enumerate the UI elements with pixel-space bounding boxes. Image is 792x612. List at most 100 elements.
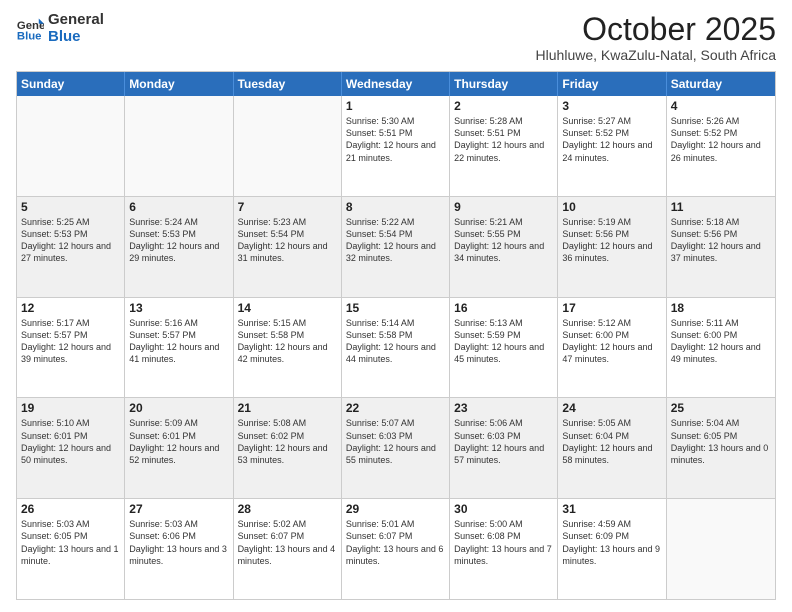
calendar-cell: 22Sunrise: 5:07 AMSunset: 6:03 PMDayligh… [342,398,450,498]
cell-info: Sunrise: 5:24 AM [129,216,228,228]
day-number: 9 [454,200,553,214]
calendar-cell: 29Sunrise: 5:01 AMSunset: 6:07 PMDayligh… [342,499,450,599]
cell-info: Daylight: 12 hours and 57 minutes. [454,442,553,466]
cell-info: Sunset: 5:58 PM [346,329,445,341]
cell-info: Sunset: 6:06 PM [129,530,228,542]
cell-info: Sunset: 6:09 PM [562,530,661,542]
cell-info: Sunrise: 5:18 AM [671,216,771,228]
calendar-row-2: 5Sunrise: 5:25 AMSunset: 5:53 PMDaylight… [17,196,775,297]
calendar-cell: 6Sunrise: 5:24 AMSunset: 5:53 PMDaylight… [125,197,233,297]
cell-info: Sunset: 6:07 PM [346,530,445,542]
cell-info: Sunrise: 5:03 AM [21,518,120,530]
cell-info: Sunrise: 5:02 AM [238,518,337,530]
cell-info: Sunset: 5:58 PM [238,329,337,341]
cell-info: Daylight: 12 hours and 32 minutes. [346,240,445,264]
calendar-cell: 21Sunrise: 5:08 AMSunset: 6:02 PMDayligh… [234,398,342,498]
page: General Blue General Blue October 2025 H… [0,0,792,612]
cell-info: Daylight: 12 hours and 36 minutes. [562,240,661,264]
cell-info: Sunrise: 5:00 AM [454,518,553,530]
day-header-wednesday: Wednesday [342,72,450,96]
cell-info: Sunset: 6:03 PM [454,430,553,442]
cell-info: Daylight: 12 hours and 27 minutes. [21,240,120,264]
day-number: 27 [129,502,228,516]
day-number: 16 [454,301,553,315]
day-number: 18 [671,301,771,315]
calendar-cell: 31Sunrise: 4:59 AMSunset: 6:09 PMDayligh… [558,499,666,599]
cell-info: Sunrise: 5:23 AM [238,216,337,228]
day-header-saturday: Saturday [667,72,775,96]
cell-info: Daylight: 12 hours and 55 minutes. [346,442,445,466]
calendar-row-3: 12Sunrise: 5:17 AMSunset: 5:57 PMDayligh… [17,297,775,398]
day-number: 25 [671,401,771,415]
cell-info: Sunrise: 5:06 AM [454,417,553,429]
day-number: 1 [346,99,445,113]
cell-info: Daylight: 13 hours and 3 minutes. [129,543,228,567]
cell-info: Sunset: 5:52 PM [671,127,771,139]
calendar-cell: 8Sunrise: 5:22 AMSunset: 5:54 PMDaylight… [342,197,450,297]
calendar-cell: 2Sunrise: 5:28 AMSunset: 5:51 PMDaylight… [450,96,558,196]
title-block: October 2025 Hluhluwe, KwaZulu-Natal, So… [536,12,776,63]
day-number: 11 [671,200,771,214]
cell-info: Sunrise: 5:16 AM [129,317,228,329]
cell-info: Sunset: 5:57 PM [129,329,228,341]
cell-info: Daylight: 12 hours and 34 minutes. [454,240,553,264]
cell-info: Daylight: 12 hours and 24 minutes. [562,139,661,163]
cell-info: Sunrise: 5:03 AM [129,518,228,530]
cell-info: Sunset: 5:54 PM [238,228,337,240]
calendar-cell: 4Sunrise: 5:26 AMSunset: 5:52 PMDaylight… [667,96,775,196]
calendar-cell: 27 Sunrise: 5:03 AMSunset: 6:06 PMDayligh… [125,499,233,599]
calendar-cell [667,499,775,599]
cell-info: Sunrise: 5:25 AM [21,216,120,228]
cell-info: Daylight: 12 hours and 21 minutes. [346,139,445,163]
cell-info: Sunrise: 4:59 AM [562,518,661,530]
calendar-cell: 23Sunrise: 5:06 AMSunset: 6:03 PMDayligh… [450,398,558,498]
calendar: SundayMondayTuesdayWednesdayThursdayFrid… [16,71,776,600]
cell-info: Sunrise: 5:12 AM [562,317,661,329]
calendar-body: 1Sunrise: 5:30 AMSunset: 5:51 PMDaylight… [17,96,775,599]
cell-info: Sunset: 6:05 PM [21,530,120,542]
cell-info: Daylight: 13 hours and 4 minutes. [238,543,337,567]
day-header-monday: Monday [125,72,233,96]
cell-info: Sunrise: 5:26 AM [671,115,771,127]
calendar-cell: 24Sunrise: 5:05 AMSunset: 6:04 PMDayligh… [558,398,666,498]
day-number: 20 [129,401,228,415]
day-header-friday: Friday [558,72,666,96]
day-number: 3 [562,99,661,113]
cell-info: Sunrise: 5:05 AM [562,417,661,429]
cell-info: Daylight: 13 hours and 7 minutes. [454,543,553,567]
calendar-cell: 18Sunrise: 5:11 AMSunset: 6:00 PMDayligh… [667,298,775,398]
cell-info: Daylight: 12 hours and 39 minutes. [21,341,120,365]
calendar-cell: 5Sunrise: 5:25 AMSunset: 5:53 PMDaylight… [17,197,125,297]
cell-info: Sunrise: 5:01 AM [346,518,445,530]
day-number: 30 [454,502,553,516]
day-number: 28 [238,502,337,516]
cell-info: Sunset: 6:07 PM [238,530,337,542]
cell-info: Daylight: 13 hours and 6 minutes. [346,543,445,567]
day-number: 6 [129,200,228,214]
day-header-tuesday: Tuesday [234,72,342,96]
cell-info: Sunset: 6:01 PM [129,430,228,442]
day-number: 31 [562,502,661,516]
calendar-row-4: 19Sunrise: 5:10 AMSunset: 6:01 PMDayligh… [17,397,775,498]
calendar-cell: 15Sunrise: 5:14 AMSunset: 5:58 PMDayligh… [342,298,450,398]
cell-info: Daylight: 13 hours and 1 minute. [21,543,120,567]
cell-info: Daylight: 12 hours and 26 minutes. [671,139,771,163]
day-number: 14 [238,301,337,315]
cell-info: Daylight: 12 hours and 37 minutes. [671,240,771,264]
cell-info: Daylight: 12 hours and 44 minutes. [346,341,445,365]
day-number: 10 [562,200,661,214]
calendar-cell: 26Sunrise: 5:03 AMSunset: 6:05 PMDayligh… [17,499,125,599]
cell-info: Sunset: 5:56 PM [562,228,661,240]
cell-info: Sunset: 5:55 PM [454,228,553,240]
calendar-cell [17,96,125,196]
svg-text:Blue: Blue [17,30,42,42]
cell-info: Sunset: 6:00 PM [671,329,771,341]
logo-line2: Blue [48,29,104,46]
cell-info: Daylight: 12 hours and 53 minutes. [238,442,337,466]
cell-info: Sunrise: 5:11 AM [671,317,771,329]
logo-line1: General [48,12,104,29]
day-number: 15 [346,301,445,315]
calendar-cell: 28 Sunrise: 5:02 AMSunset: 6:07 PMDayligh… [234,499,342,599]
cell-info: Sunrise: 5:15 AM [238,317,337,329]
day-number: 2 [454,99,553,113]
